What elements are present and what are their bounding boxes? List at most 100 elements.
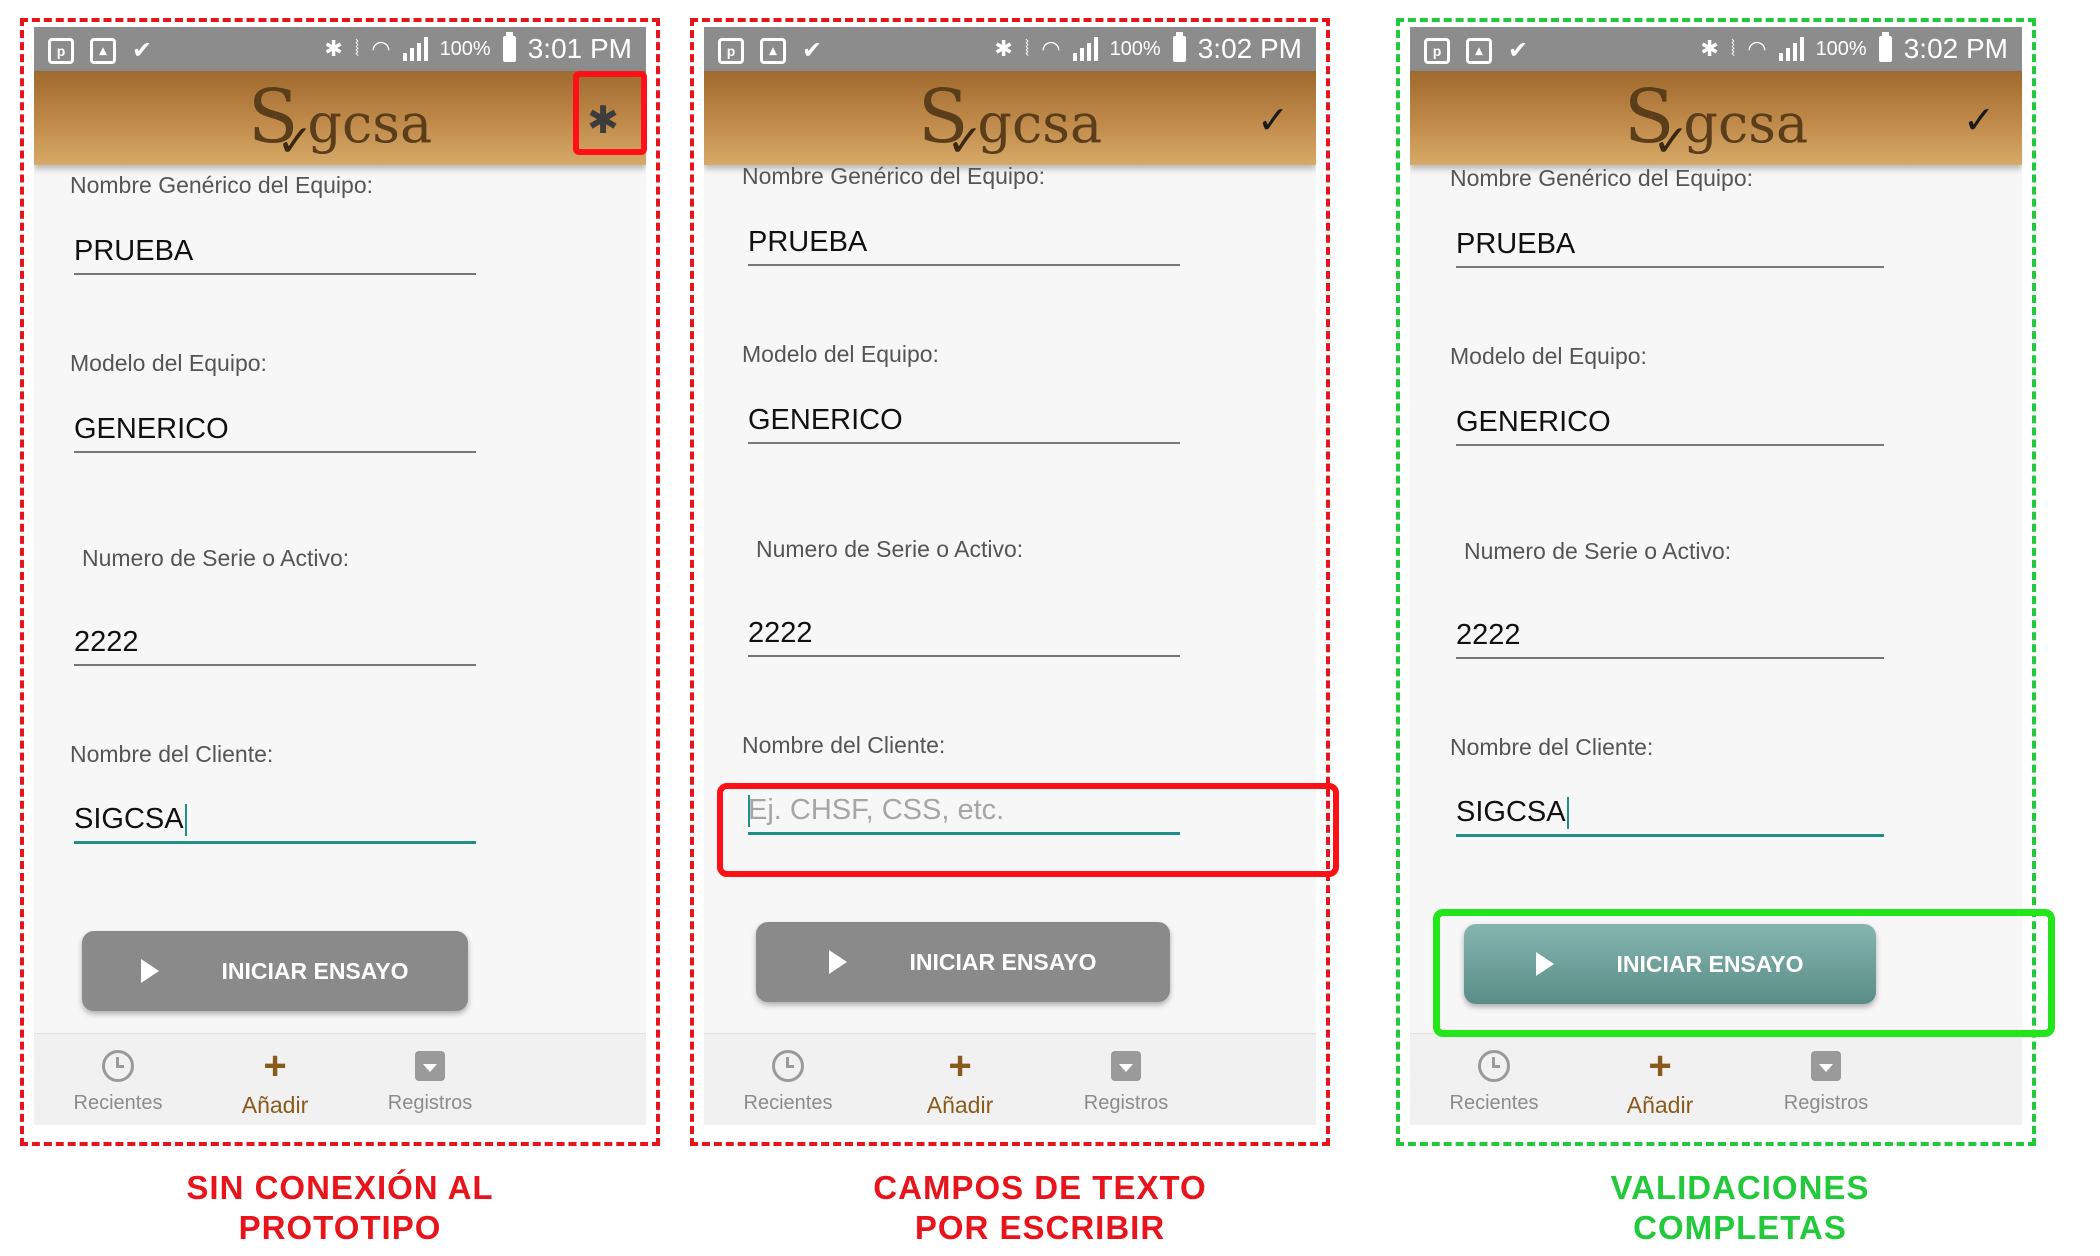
start-test-button[interactable]: INICIAR ENSAYO <box>82 931 468 1011</box>
play-icon <box>141 959 160 983</box>
play-icon <box>829 950 848 974</box>
download-done-icon: ✔ <box>132 37 153 64</box>
download-done-icon: ✔ <box>802 37 823 64</box>
bottom-navigation: Recientes + Añadir Registros <box>1410 1033 2022 1125</box>
start-button-highlight <box>1433 909 2055 1037</box>
generic-name-field[interactable]: PRUEBA <box>74 235 193 268</box>
sigcsa-logo: S✓gcsa <box>917 74 1103 167</box>
image-icon: ▴ <box>90 37 116 64</box>
client-underline <box>74 841 476 844</box>
check-icon[interactable]: ✓ <box>1954 95 2004 145</box>
vibrate-icon: ⦚ <box>354 36 360 61</box>
model-field[interactable]: GENERICO <box>748 404 903 437</box>
plus-icon: + <box>1648 1044 1672 1088</box>
generic-name-underline <box>1456 266 1884 268</box>
start-test-label: INICIAR ENSAYO <box>909 948 1097 975</box>
model-underline <box>1456 444 1884 446</box>
nav-item-records[interactable]: Registros <box>1736 1048 1916 1115</box>
model-field[interactable]: GENERICO <box>1456 406 1611 439</box>
status-bar: p ▴ ✔ ✱ ⦚ ◠ 100% 3:02 PM <box>1410 27 2022 71</box>
notification-icon: p <box>48 37 74 64</box>
wifi-icon: ◠ <box>1747 36 1767 61</box>
check-icon[interactable]: ✓ <box>1248 95 1298 145</box>
nav-item-add[interactable]: + Añadir <box>1570 1044 1750 1119</box>
nav-item-add[interactable]: + Añadir <box>870 1046 1050 1119</box>
signal-icon <box>1072 37 1098 61</box>
bluetooth-icon: ✱ <box>994 36 1013 61</box>
plus-icon: + <box>263 1044 287 1088</box>
nav-item-recent[interactable]: Recientes <box>704 1048 878 1115</box>
serial-field[interactable]: 2222 <box>74 626 139 659</box>
bluetooth-highlight <box>573 71 647 155</box>
serial-underline <box>1456 657 1884 659</box>
serial-underline <box>74 664 476 666</box>
bottom-navigation: Recientes + Añadir Registros <box>34 1033 646 1125</box>
serial-field[interactable]: 2222 <box>748 617 813 650</box>
generic-name-field[interactable]: PRUEBA <box>748 226 867 259</box>
caption-validated: VALIDACIONES COMPLETAS <box>1610 1169 1870 1246</box>
generic-name-underline <box>748 264 1180 266</box>
serial-field[interactable]: 2222 <box>1456 619 1521 652</box>
model-label: Modelo del Equipo: <box>70 350 267 376</box>
phone-screen: p ▴ ✔ ✱ ⦚ ◠ 100% 3:01 PM S✓gcsa ✱ Nombre… <box>34 27 646 1125</box>
clock-icon <box>1478 1050 1510 1082</box>
caption-empty-fields: CAMPOS DE TEXTO POR ESCRIBIR <box>873 1169 1207 1246</box>
caption-no-connection: SIN CONEXIÓN AL PROTOTIPO <box>186 1169 494 1246</box>
archive-icon <box>415 1051 445 1081</box>
nav-item-add[interactable]: + Añadir <box>185 1044 365 1119</box>
clock-time: 3:01 PM <box>527 33 632 64</box>
screen-panel-empty-fields: p ▴ ✔ ✱ ⦚ ◠ 100% 3:02 PM S✓gcsa ✓ Nombre… <box>690 18 1339 1146</box>
app-bar: S✓gcsa ✓ <box>704 71 1316 167</box>
archive-icon <box>1111 1051 1141 1081</box>
bluetooth-icon: ✱ <box>1700 36 1719 61</box>
clock-icon <box>102 1050 134 1082</box>
download-done-icon: ✔ <box>1508 37 1529 64</box>
notification-icon: p <box>718 37 744 64</box>
generic-name-field[interactable]: PRUEBA <box>1456 228 1575 261</box>
generic-name-label: Nombre Genérico del Equipo: <box>742 163 1045 189</box>
notification-icon: p <box>1424 37 1450 64</box>
client-label: Nombre del Cliente: <box>742 732 946 758</box>
client-field[interactable]: SIGCSA <box>1456 796 1569 830</box>
battery-icon <box>1878 32 1892 62</box>
start-test-button[interactable]: INICIAR ENSAYO <box>756 922 1170 1002</box>
archive-icon <box>1811 1051 1841 1081</box>
nav-item-recent[interactable]: Recientes <box>1410 1048 1584 1115</box>
app-bar: S✓gcsa ✓ <box>1410 71 2022 167</box>
client-field-highlight <box>717 783 1339 877</box>
battery-icon <box>502 32 516 62</box>
battery-percent: 100% <box>1815 37 1867 60</box>
generic-name-label: Nombre Genérico del Equipo: <box>70 172 373 198</box>
sigcsa-logo: S✓gcsa <box>1623 74 1809 167</box>
generic-name-underline <box>74 273 476 275</box>
clock-time: 3:02 PM <box>1903 33 2008 64</box>
image-icon: ▴ <box>760 37 786 64</box>
nav-item-records[interactable]: Registros <box>1036 1048 1216 1115</box>
model-underline <box>74 451 476 453</box>
battery-percent: 100% <box>1109 37 1161 60</box>
battery-percent: 100% <box>439 37 491 60</box>
signal-icon <box>402 37 428 61</box>
image-icon: ▴ <box>1466 37 1492 64</box>
sigcsa-logo: S✓gcsa <box>247 74 433 167</box>
bottom-navigation: Recientes + Añadir Registros <box>704 1033 1316 1125</box>
serial-label: Numero de Serie o Activo: <box>1464 538 1732 564</box>
client-label: Nombre del Cliente: <box>70 741 274 767</box>
model-field[interactable]: GENERICO <box>74 413 229 446</box>
clock-time: 3:02 PM <box>1197 33 1302 64</box>
status-bar: p ▴ ✔ ✱ ⦚ ◠ 100% 3:01 PM <box>34 27 646 71</box>
battery-icon <box>1172 32 1186 62</box>
phone-screen: p ▴ ✔ ✱ ⦚ ◠ 100% 3:02 PM S✓gcsa ✓ Nombre… <box>704 27 1316 1125</box>
bluetooth-icon: ✱ <box>324 36 343 61</box>
client-underline <box>1456 834 1884 837</box>
model-underline <box>748 442 1180 444</box>
screen-panel-no-connection: p ▴ ✔ ✱ ⦚ ◠ 100% 3:01 PM S✓gcsa ✱ Nombre… <box>20 18 660 1146</box>
serial-label: Numero de Serie o Activo: <box>82 545 350 571</box>
nav-item-records[interactable]: Registros <box>340 1048 520 1115</box>
nav-item-recent[interactable]: Recientes <box>34 1048 208 1115</box>
generic-name-label: Nombre Genérico del Equipo: <box>1450 165 1753 191</box>
status-bar: p ▴ ✔ ✱ ⦚ ◠ 100% 3:02 PM <box>704 27 1316 71</box>
client-field[interactable]: SIGCSA <box>74 803 187 837</box>
model-label: Modelo del Equipo: <box>1450 343 1647 369</box>
clock-icon <box>772 1050 804 1082</box>
